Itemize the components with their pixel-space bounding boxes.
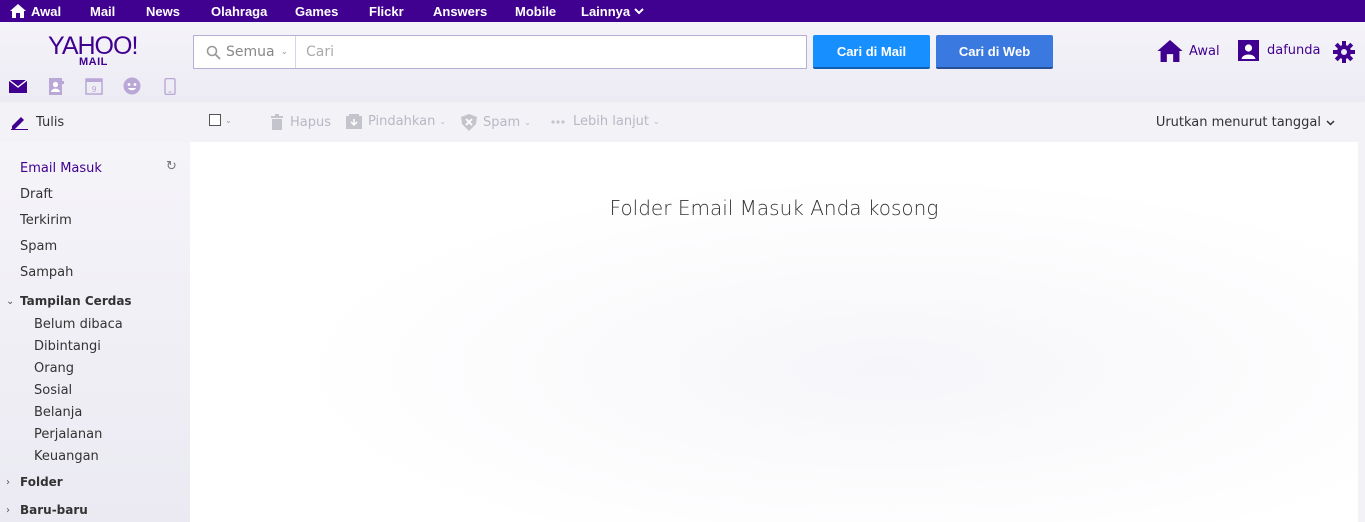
smart-view-starred[interactable]: Dibintangi bbox=[34, 339, 101, 354]
smart-view-social[interactable]: Sosial bbox=[34, 383, 72, 398]
topnav-item-games[interactable]: Games bbox=[295, 0, 338, 22]
svg-text:9: 9 bbox=[91, 85, 96, 94]
smart-views-section[interactable]: ⌄ Tampilan Cerdas bbox=[6, 294, 132, 308]
logo-subtext: MAIL bbox=[79, 56, 108, 68]
search-bar: Semua ⌄ bbox=[193, 35, 807, 69]
topnav-label: Mail bbox=[90, 3, 116, 19]
folders-section[interactable]: › Folder bbox=[6, 475, 63, 489]
top-navigation: Awal Mail News Olahraga Games Flickr Ans… bbox=[0, 0, 1365, 22]
search-icon bbox=[206, 45, 221, 60]
checkbox-icon bbox=[209, 114, 221, 126]
smart-view-shopping[interactable]: Belanja bbox=[34, 405, 82, 420]
topnav-item-olahraga[interactable]: Olahraga bbox=[211, 0, 267, 22]
topnav-item-mail[interactable]: Mail bbox=[90, 0, 115, 22]
profile-link[interactable]: dafunda bbox=[1238, 40, 1321, 61]
username-label: dafunda bbox=[1267, 43, 1321, 58]
home-link[interactable]: Awal bbox=[1157, 40, 1220, 62]
gear-icon bbox=[1333, 41, 1355, 63]
home-icon bbox=[1157, 40, 1183, 62]
chevron-down-icon bbox=[634, 7, 644, 15]
topnav-item-lainnya[interactable]: Lainnya bbox=[581, 0, 644, 22]
header: YAHOO! MAIL Semua ⌄ Cari di Mail Cari di… bbox=[0, 22, 1365, 102]
sidebar-item-draft[interactable]: Draft bbox=[20, 187, 53, 202]
spam-button[interactable]: Spam ⌄ bbox=[461, 114, 531, 131]
chevron-down-icon: ⌄ bbox=[225, 115, 232, 125]
sidebar: Email Masuk ↻ Draft Terkirim Spam Sampah… bbox=[0, 142, 190, 522]
more-button[interactable]: Lebih lanjut ⌄ bbox=[551, 114, 660, 129]
chevron-down-icon: ⌄ bbox=[6, 295, 15, 307]
empty-inbox-message: Folder Email Masuk Anda kosong bbox=[609, 196, 939, 220]
scrollbar[interactable] bbox=[1358, 142, 1365, 522]
compose-label: Tulis bbox=[36, 114, 65, 130]
sidebar-item-inbox[interactable]: Email Masuk bbox=[20, 161, 102, 176]
section-title: Tampilan Cerdas bbox=[20, 294, 132, 308]
settings-button[interactable] bbox=[1333, 41, 1355, 63]
sidebar-item-trash[interactable]: Sampah bbox=[20, 265, 73, 280]
delete-label: Hapus bbox=[290, 114, 332, 130]
move-button[interactable]: Pindahkan ⌄ bbox=[346, 114, 446, 129]
topnav-label: Answers bbox=[433, 3, 488, 19]
topnav-item-flickr[interactable]: Flickr bbox=[369, 0, 404, 22]
smart-view-unread[interactable]: Belum dibaca bbox=[34, 317, 123, 332]
topnav-label: News bbox=[146, 3, 180, 19]
search-web-button[interactable]: Cari di Web bbox=[936, 35, 1053, 69]
chevron-down-icon: ⌄ bbox=[653, 117, 660, 126]
topnav-label: Mobile bbox=[515, 3, 557, 19]
chevron-down-icon: ⌄ bbox=[280, 47, 289, 57]
search-input[interactable] bbox=[296, 36, 806, 68]
topnav-item-news[interactable]: News bbox=[146, 0, 180, 22]
topnav-label: Awal bbox=[31, 3, 62, 19]
section-title: Baru-baru bbox=[20, 503, 88, 517]
trash-icon bbox=[270, 114, 284, 130]
mail-icon[interactable] bbox=[8, 76, 28, 96]
folder-move-icon bbox=[346, 114, 362, 129]
chevron-down-icon bbox=[1326, 119, 1335, 126]
chevron-right-icon: › bbox=[6, 476, 10, 488]
contacts-icon[interactable] bbox=[46, 76, 66, 96]
topnav-item-mobile[interactable]: Mobile bbox=[515, 0, 556, 22]
home-icon bbox=[10, 4, 26, 18]
mobile-icon[interactable] bbox=[160, 76, 180, 96]
sort-dropdown[interactable]: Urutkan menurut tanggal bbox=[1156, 115, 1335, 130]
refresh-icon[interactable]: ↻ bbox=[166, 159, 177, 174]
chevron-right-icon: › bbox=[6, 504, 10, 516]
delete-button[interactable]: Hapus bbox=[270, 114, 331, 130]
search-scope-label: Semua bbox=[226, 44, 275, 60]
topnav-label: Olahraga bbox=[211, 3, 268, 19]
chevron-down-icon: ⌄ bbox=[439, 117, 447, 126]
compose-button[interactable]: Tulis bbox=[0, 102, 190, 142]
more-label: Lebih lanjut bbox=[573, 114, 650, 129]
topnav-label: Games bbox=[295, 3, 339, 19]
messenger-icon[interactable] bbox=[122, 76, 142, 96]
recent-section[interactable]: › Baru-baru bbox=[6, 503, 88, 517]
topnav-label: Flickr bbox=[369, 3, 404, 19]
pencil-icon bbox=[10, 114, 36, 130]
topnav-label: Lainnya bbox=[581, 3, 631, 19]
smart-view-finance[interactable]: Keuangan bbox=[34, 449, 99, 464]
message-actions: ⌄ Hapus Pindahkan ⌄ Spam ⌄ Lebih lanjut … bbox=[190, 102, 1365, 142]
calendar-icon[interactable]: 9 bbox=[84, 76, 104, 96]
home-link-label: Awal bbox=[1189, 43, 1220, 59]
topnav-item-answers[interactable]: Answers bbox=[433, 0, 487, 22]
move-label: Pindahkan bbox=[368, 114, 436, 129]
toolbar: Tulis ⌄ Hapus Pindahkan ⌄ Spam ⌄ Lebih l… bbox=[0, 102, 1365, 142]
search-scope-dropdown[interactable]: Semua ⌄ bbox=[194, 36, 296, 68]
search-mail-button[interactable]: Cari di Mail bbox=[813, 35, 930, 69]
select-all-checkbox[interactable]: ⌄ bbox=[209, 114, 232, 126]
chevron-down-icon: ⌄ bbox=[524, 118, 531, 127]
shield-x-icon bbox=[461, 114, 477, 131]
more-dots-icon bbox=[551, 119, 565, 124]
yahoo-mail-logo[interactable]: YAHOO! MAIL bbox=[48, 34, 142, 69]
spam-label: Spam bbox=[483, 115, 521, 130]
smart-view-people[interactable]: Orang bbox=[34, 361, 74, 376]
smart-view-travel[interactable]: Perjalanan bbox=[34, 427, 102, 442]
topnav-item-awal[interactable]: Awal bbox=[10, 0, 61, 22]
section-title: Folder bbox=[20, 475, 63, 489]
message-list: Folder Email Masuk Anda kosong bbox=[190, 142, 1358, 522]
sort-label: Urutkan menurut tanggal bbox=[1155, 115, 1321, 130]
sidebar-item-spam[interactable]: Spam bbox=[20, 239, 57, 254]
user-icon bbox=[1238, 40, 1259, 61]
sidebar-item-sent[interactable]: Terkirim bbox=[20, 213, 72, 228]
